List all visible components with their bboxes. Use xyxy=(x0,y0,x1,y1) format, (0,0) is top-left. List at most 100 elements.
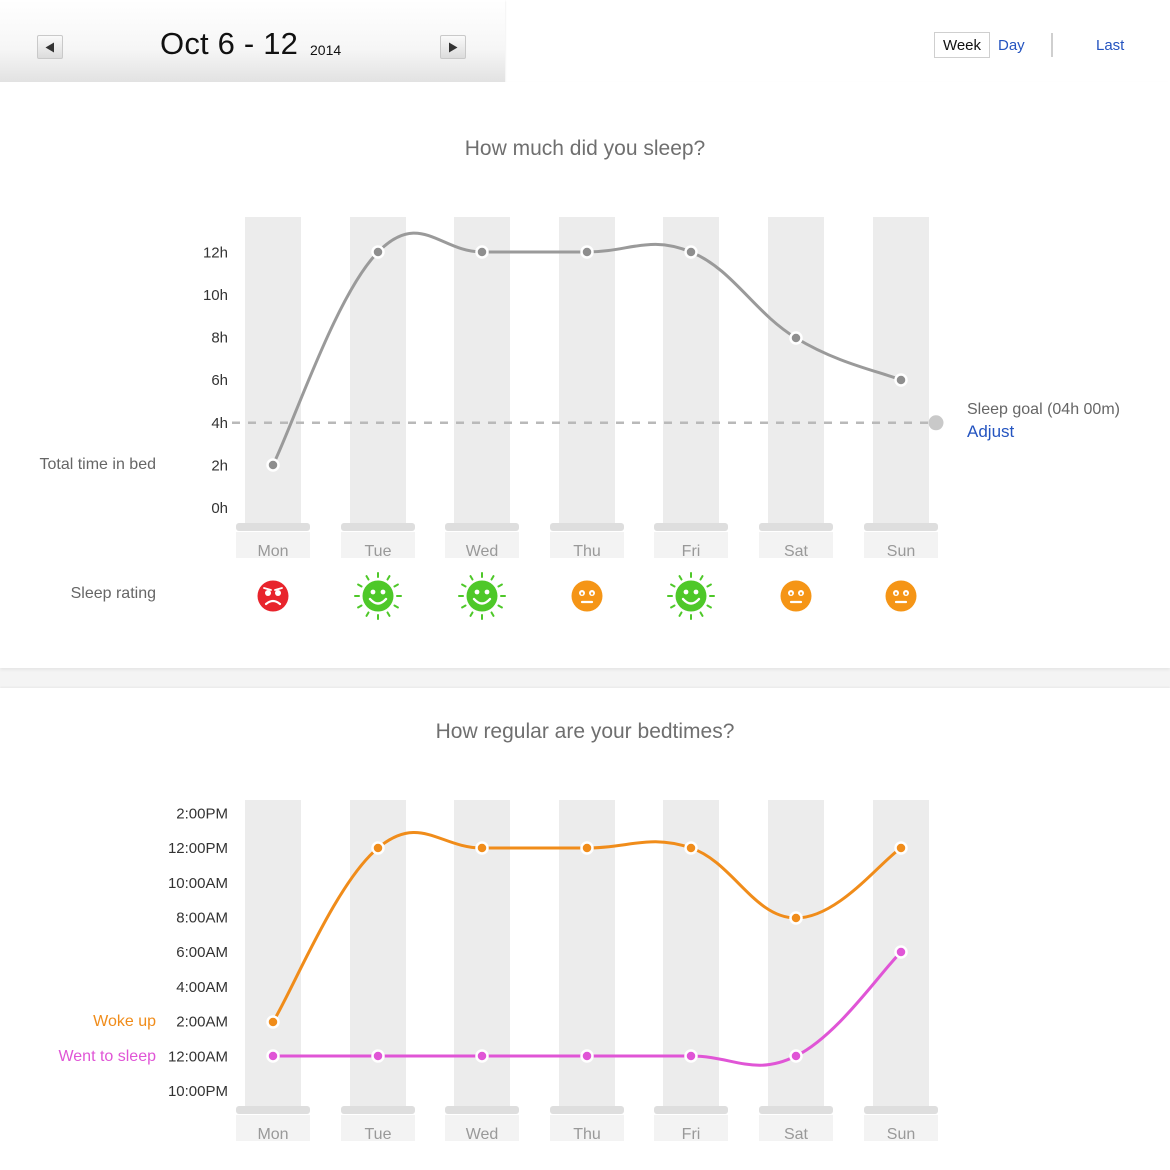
y-tick-label: 2h xyxy=(211,457,228,474)
charts-canvas: Mon Tue Wed Thu Fri Sat Sun 0h 2h 4h 6h 8h 10h 12h Mon… xyxy=(168,217,944,1143)
face-eye xyxy=(265,590,271,596)
face-eye xyxy=(474,589,480,595)
face-ray xyxy=(678,575,683,581)
happy-face-icon xyxy=(667,572,715,620)
y-tick-label: 10:00AM xyxy=(168,875,228,892)
face-ray xyxy=(393,604,399,609)
face-ray xyxy=(357,604,363,609)
happy-face-icon xyxy=(354,572,402,620)
face-ray xyxy=(386,575,391,581)
face-pupil xyxy=(904,592,908,595)
sleep-duration-point xyxy=(684,245,698,259)
sleep-goal-handle xyxy=(928,415,944,431)
face-ray xyxy=(490,611,495,617)
woke-up-point xyxy=(371,841,385,855)
face-eye xyxy=(380,589,386,595)
day-column-base xyxy=(864,1106,938,1114)
face-eye xyxy=(683,589,689,595)
y-tick-label: 0h xyxy=(211,500,228,517)
face-circle xyxy=(257,580,289,612)
neutral-face-icon xyxy=(571,580,603,612)
face-circle xyxy=(675,580,707,612)
face-pupil xyxy=(894,592,898,595)
face-ray xyxy=(393,583,399,588)
went-to-sleep-point xyxy=(475,1049,489,1063)
day-label: Thu xyxy=(573,543,601,560)
sleep-duration-point xyxy=(266,458,280,472)
y-tick-label: 10h xyxy=(203,287,228,304)
day-label: Tue xyxy=(365,543,392,560)
day-column-base xyxy=(550,1106,624,1114)
day-column-base xyxy=(445,523,519,531)
face-circle xyxy=(780,580,812,612)
day-column-base xyxy=(654,1106,728,1114)
day-column-base xyxy=(341,1106,415,1114)
day-column-base xyxy=(759,1106,833,1114)
y-tick-label: 12:00PM xyxy=(168,840,228,857)
sad-face-icon xyxy=(257,580,289,612)
day-column-base xyxy=(759,523,833,531)
y-tick-label: 12h xyxy=(203,244,228,261)
face-eye xyxy=(693,589,699,595)
day-column xyxy=(245,217,301,523)
day-label: Sun xyxy=(887,543,915,560)
face-pupil xyxy=(799,592,803,595)
face-ray xyxy=(706,583,712,588)
day-label: Fri xyxy=(682,543,701,560)
face-ray xyxy=(490,575,495,581)
woke-up-point xyxy=(475,841,489,855)
y-tick-label: 6h xyxy=(211,372,228,389)
day-label: Mon xyxy=(257,1126,288,1143)
day-label: Wed xyxy=(466,543,499,560)
face-pupil xyxy=(580,592,584,595)
woke-up-point xyxy=(894,841,908,855)
went-to-sleep-point xyxy=(580,1049,594,1063)
day-column xyxy=(768,217,824,523)
face-ray xyxy=(461,583,467,588)
y-tick-label: 12:00AM xyxy=(168,1048,228,1065)
y-tick-label: 8h xyxy=(211,330,228,347)
woke-up-point xyxy=(684,841,698,855)
sleep-duration-point xyxy=(371,245,385,259)
face-ray xyxy=(469,575,474,581)
sleep-duration-point xyxy=(475,245,489,259)
face-ray xyxy=(469,611,474,617)
neutral-face-icon xyxy=(885,580,917,612)
face-ray xyxy=(699,575,704,581)
day-label: Fri xyxy=(682,1126,701,1143)
face-circle xyxy=(466,580,498,612)
day-column xyxy=(350,217,406,523)
day-label: Sat xyxy=(784,543,809,560)
woke-up-point xyxy=(789,911,803,925)
day-column xyxy=(559,217,615,523)
face-ray xyxy=(365,575,370,581)
face-ray xyxy=(461,604,467,609)
day-label: Wed xyxy=(466,1126,499,1143)
face-eye xyxy=(275,590,281,596)
face-circle xyxy=(571,580,603,612)
face-pupil xyxy=(590,592,594,595)
face-ray xyxy=(678,611,683,617)
day-column-base xyxy=(341,523,415,531)
woke-up-point xyxy=(580,841,594,855)
face-circle xyxy=(362,580,394,612)
face-ray xyxy=(365,611,370,617)
went-to-sleep-point xyxy=(789,1049,803,1063)
went-to-sleep-point xyxy=(894,945,908,959)
face-ray xyxy=(357,583,363,588)
day-column xyxy=(454,217,510,523)
neutral-face-icon xyxy=(780,580,812,612)
day-column-base xyxy=(864,523,938,531)
y-tick-label: 2:00PM xyxy=(176,805,228,822)
face-ray xyxy=(699,611,704,617)
sleep-duration-point xyxy=(894,373,908,387)
y-tick-label: 10:00PM xyxy=(168,1083,228,1100)
face-eye xyxy=(484,589,490,595)
sleep-duration-point xyxy=(789,331,803,345)
day-column-base xyxy=(445,1106,519,1114)
went-to-sleep-point xyxy=(371,1049,385,1063)
y-tick-label: 2:00AM xyxy=(176,1014,228,1031)
day-column-base xyxy=(654,523,728,531)
face-ray xyxy=(670,583,676,588)
sleep-duration-point xyxy=(580,245,594,259)
